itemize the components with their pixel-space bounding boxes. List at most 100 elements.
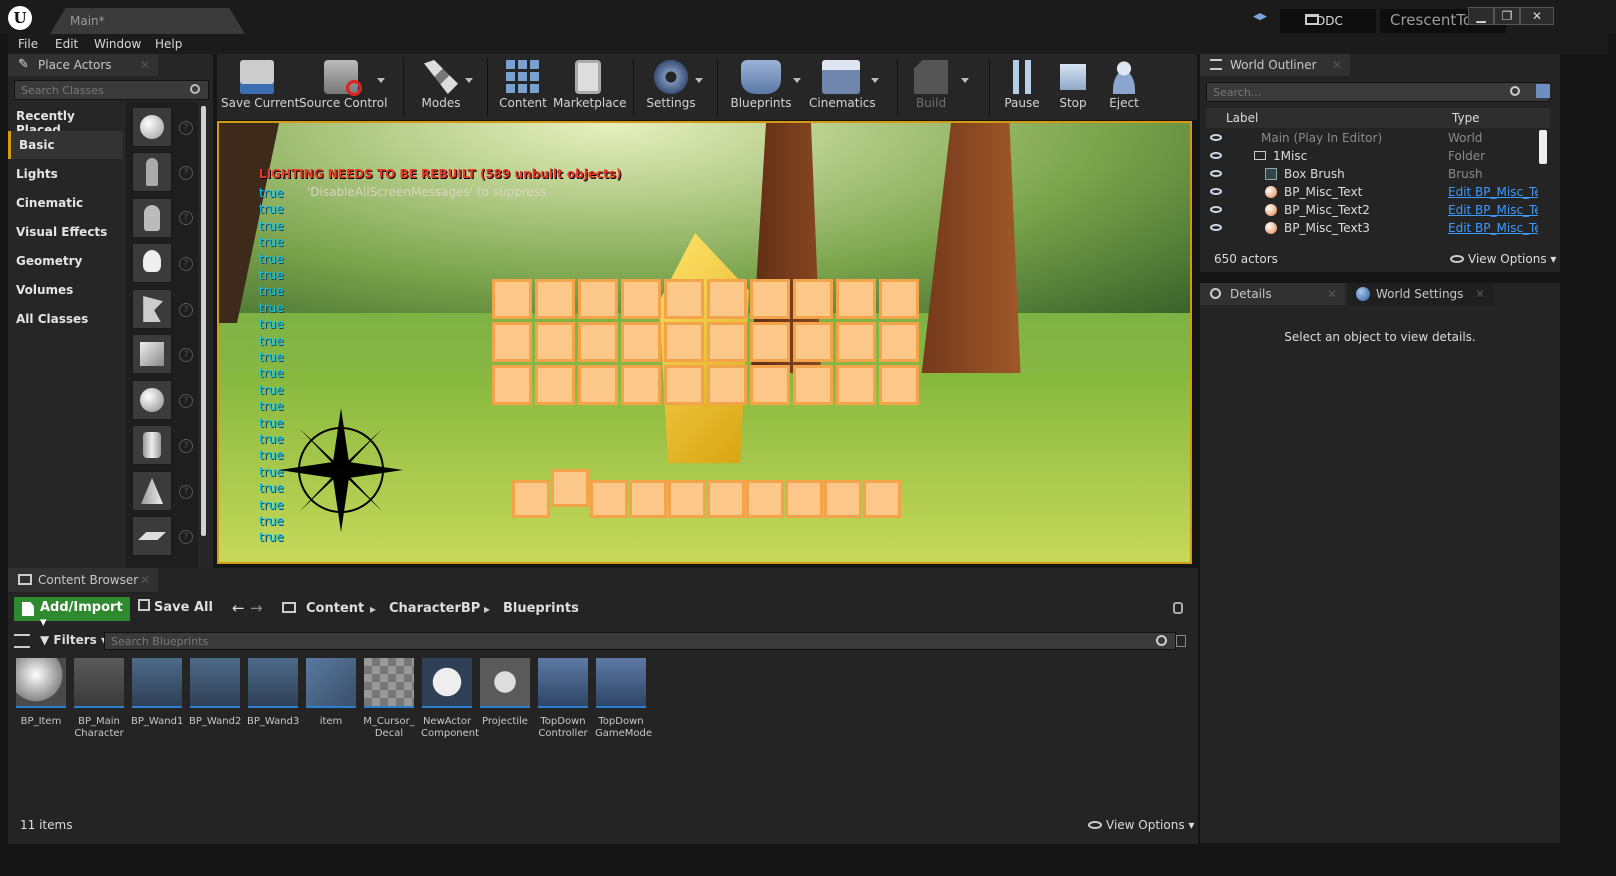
hotbar-slot[interactable]	[668, 480, 706, 518]
close-button[interactable]: ✕	[1520, 7, 1554, 25]
help-icon[interactable]: ?	[179, 166, 193, 180]
hotbar-slot[interactable]	[629, 480, 667, 518]
inventory-slot[interactable]	[793, 279, 833, 319]
asset-tile[interactable]: BP_Wand3	[247, 658, 299, 728]
category-volumes[interactable]: Volumes	[8, 276, 123, 304]
place-actors-tab[interactable]: ✎ Place Actors ✕	[8, 54, 158, 76]
outliner-search-input[interactable]: Search...	[1206, 82, 1550, 102]
asset-tile[interactable]: BP_Wand2	[189, 658, 241, 728]
inventory-slot[interactable]	[535, 322, 575, 362]
save-search-icon[interactable]	[1176, 635, 1186, 647]
add-import-button[interactable]: Add/Import ▾	[14, 597, 130, 630]
help-icon[interactable]: ?	[179, 211, 193, 225]
hotbar-slot[interactable]	[590, 480, 628, 518]
inventory-slot[interactable]	[836, 365, 876, 405]
inventory-slot[interactable]	[664, 322, 704, 362]
visibility-eye-icon[interactable]	[1210, 170, 1222, 177]
outliner-row[interactable]: 1Misc Folder	[1206, 147, 1541, 165]
save-current-button[interactable]: Save Current	[221, 54, 299, 120]
lock-icon[interactable]	[1173, 602, 1183, 614]
actor-cylinder-tile[interactable]	[132, 425, 172, 465]
inventory-slot[interactable]	[750, 279, 790, 319]
visibility-eye-icon[interactable]	[1210, 188, 1222, 195]
inventory-slot[interactable]	[621, 322, 661, 362]
outliner-view-options[interactable]: View Options ▾	[1450, 252, 1556, 266]
breadcrumb-blueprints[interactable]: Blueprints	[503, 601, 579, 616]
restore-button[interactable]: ❐	[1494, 7, 1520, 25]
asset-tile[interactable]: item	[305, 658, 357, 728]
world-settings-tab[interactable]: World Settings ✕	[1348, 283, 1493, 305]
sources-toggle-icon[interactable]	[14, 634, 30, 648]
hotbar-slot[interactable]	[785, 480, 823, 518]
outliner-row[interactable]: Box Brush Brush	[1206, 165, 1541, 183]
content-button[interactable]: Content	[497, 54, 549, 120]
help-icon[interactable]: ?	[179, 121, 193, 135]
help-icon[interactable]: ?	[179, 439, 193, 453]
hotbar-slot[interactable]	[824, 480, 862, 518]
category-recently-placed[interactable]: Recently Placed	[8, 102, 123, 137]
help-icon[interactable]: ?	[179, 257, 193, 271]
hotbar-slot[interactable]	[863, 480, 901, 518]
menu-help[interactable]: Help	[155, 37, 182, 51]
actor-pawn-tile[interactable]	[132, 198, 172, 238]
visibility-eye-icon[interactable]	[1210, 134, 1222, 141]
inventory-slot[interactable]	[879, 365, 919, 405]
help-icon[interactable]: ?	[179, 394, 193, 408]
inventory-slot[interactable]	[836, 322, 876, 362]
hotbar-slot[interactable]	[746, 480, 784, 518]
eject-button[interactable]: Eject	[1101, 54, 1147, 120]
category-geometry[interactable]: Geometry	[8, 247, 123, 275]
outliner-row[interactable]: BP_Misc_Text2Edit BP_Misc_Text	[1206, 201, 1541, 219]
hotbar-slot[interactable]	[707, 480, 745, 518]
filters-button[interactable]: ▼ Filters ▾	[40, 633, 107, 647]
search-blueprints-input[interactable]: Search Blueprints	[104, 632, 1176, 650]
breadcrumb-content[interactable]: Content	[306, 601, 364, 616]
label-column-header[interactable]: Label	[1226, 111, 1258, 125]
actor-player-start-tile[interactable]	[132, 289, 172, 329]
inventory-slot[interactable]	[793, 322, 833, 362]
content-view-options[interactable]: View Options ▾	[1088, 818, 1194, 832]
close-tab-icon[interactable]: ✕	[140, 573, 150, 587]
asset-tile[interactable]: TopDown GameMode	[595, 658, 652, 740]
menu-window[interactable]: Window	[94, 37, 141, 51]
outliner-row[interactable]: Main (Play In Editor) World	[1206, 129, 1541, 147]
visibility-eye-icon[interactable]	[1210, 152, 1222, 159]
inventory-slot[interactable]	[707, 279, 747, 319]
close-tab-icon[interactable]: ✕	[1475, 287, 1485, 301]
actor-point-light-tile[interactable]	[132, 243, 172, 283]
inventory-slot[interactable]	[707, 322, 747, 362]
close-tab-icon[interactable]: ✕	[1332, 58, 1342, 72]
document-tab[interactable]: Main*	[50, 8, 245, 34]
inventory-slot[interactable]	[578, 279, 618, 319]
level-viewport[interactable]: LIGHTING NEEDS TO BE REBUILT (589 unbuil…	[217, 121, 1192, 564]
settings-button[interactable]: Settings	[643, 54, 703, 120]
add-folder-icon[interactable]	[1536, 84, 1550, 98]
actor-sphere2-tile[interactable]	[132, 380, 172, 420]
scrollbar[interactable]	[1539, 130, 1547, 164]
inventory-slot[interactable]	[750, 365, 790, 405]
actor-character-tile[interactable]	[132, 152, 172, 192]
save-all-button[interactable]: Save All	[138, 599, 213, 615]
ddc-button[interactable]: DDC	[1280, 9, 1376, 33]
actor-cone-tile[interactable]	[132, 471, 172, 511]
help-icon[interactable]: ?	[179, 348, 193, 362]
asset-tile[interactable]: M_Cursor_ Decal	[363, 658, 415, 740]
visibility-eye-icon[interactable]	[1210, 206, 1222, 213]
blueprints-button[interactable]: Blueprints	[727, 54, 801, 120]
minimize-button[interactable]: ▁	[1468, 7, 1494, 25]
inventory-slot[interactable]	[664, 279, 704, 319]
menu-file[interactable]: File	[18, 37, 38, 51]
visibility-eye-icon[interactable]	[1210, 224, 1222, 231]
asset-tile[interactable]: BP_Item	[15, 658, 67, 728]
outliner-row[interactable]: BP_Misc_TextEdit BP_Misc_Text	[1206, 183, 1541, 201]
help-icon[interactable]: ?	[179, 303, 193, 317]
inventory-slot[interactable]	[879, 322, 919, 362]
category-cinematic[interactable]: Cinematic	[8, 189, 123, 217]
actor-cube-tile[interactable]	[132, 334, 172, 374]
scrollbar[interactable]	[201, 106, 206, 536]
hotbar-slot[interactable]	[512, 480, 550, 518]
modes-button[interactable]: Modes	[413, 54, 473, 120]
help-icon[interactable]: ?	[179, 485, 193, 499]
inventory-slot[interactable]	[578, 322, 618, 362]
close-tab-icon[interactable]: ✕	[140, 58, 150, 72]
